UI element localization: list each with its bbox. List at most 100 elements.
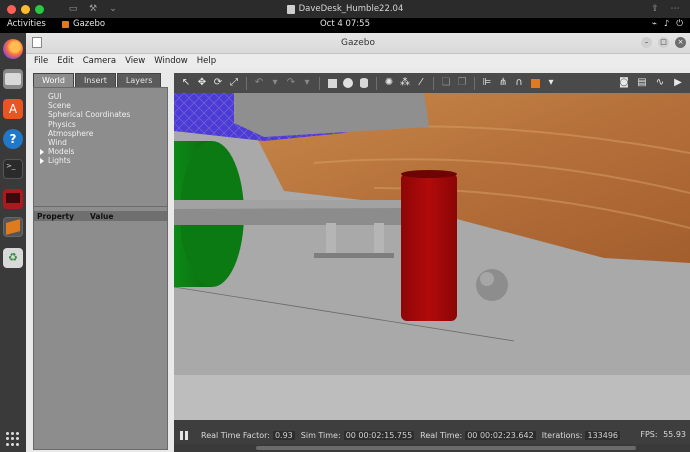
- menu-view[interactable]: View: [125, 56, 145, 66]
- rotate-mode-icon[interactable]: ⟳: [212, 77, 224, 89]
- dock: A ? >_ ♻: [0, 33, 26, 452]
- zoom-window-button[interactable]: [35, 4, 44, 14]
- terminal-icon[interactable]: >_: [3, 159, 23, 179]
- directional-light-icon[interactable]: ⁄: [415, 77, 427, 89]
- iterations-value: 133496: [585, 430, 621, 440]
- viewport-toolbar: ↖ ✥ ⟳ ⤢ ↶ ▾ ↷ ▾ ✺ ⁂ ⁄ ❏ ❐ ⊫ ⋔ ∩ ▾ ◙ ▤ ∿ …: [174, 73, 690, 93]
- tools-icon[interactable]: ⚒: [88, 4, 98, 14]
- log-icon[interactable]: ▤: [636, 77, 648, 89]
- show-apps-button[interactable]: [6, 432, 20, 446]
- scrollbar-thumb[interactable]: [256, 446, 636, 450]
- share-icon[interactable]: ⇪: [650, 4, 660, 14]
- value-column-header[interactable]: Value: [90, 212, 113, 221]
- tree-item-atmosphere[interactable]: Atmosphere: [48, 129, 167, 138]
- gazebo-icon[interactable]: [3, 217, 23, 237]
- align-icon[interactable]: ⊫: [481, 77, 493, 89]
- snap-icon[interactable]: ⋔: [497, 77, 509, 89]
- sphere-shape-icon[interactable]: [342, 77, 354, 89]
- point-light-icon[interactable]: ✺: [383, 77, 395, 89]
- undo-history-icon[interactable]: ▾: [269, 77, 281, 89]
- panel-tabs: World Insert Layers: [33, 73, 168, 87]
- real-time-value: 00 00:02:23.642: [465, 430, 536, 440]
- close-window-button[interactable]: [7, 4, 16, 14]
- spot-light-icon[interactable]: ⁂: [399, 77, 411, 89]
- paste-icon[interactable]: ❐: [456, 77, 468, 89]
- tree-item-lights[interactable]: Lights: [40, 156, 167, 165]
- status-bar: Real Time Factor: 0.93 Sim Time: 00 00:0…: [174, 426, 690, 444]
- rtf-value: 0.93: [272, 430, 295, 440]
- property-column-header[interactable]: Property: [34, 212, 90, 221]
- tree-item-wind[interactable]: Wind: [48, 138, 167, 147]
- select-mode-icon[interactable]: ↖: [180, 77, 192, 89]
- horizontal-scrollbar[interactable]: [174, 444, 690, 452]
- menu-help[interactable]: Help: [197, 56, 216, 66]
- toolbar-divider: [376, 76, 377, 90]
- cylinder-shape-icon[interactable]: [358, 77, 370, 89]
- tree-item-spherical-coordinates[interactable]: Spherical Coordinates: [48, 110, 167, 119]
- tab-insert[interactable]: Insert: [74, 73, 116, 87]
- left-panel: World Insert Layers GUI Scene Spherical …: [33, 73, 168, 450]
- translate-mode-icon[interactable]: ✥: [196, 77, 208, 89]
- view-options-icon[interactable]: ▾: [545, 77, 557, 89]
- plot-icon[interactable]: ∿: [654, 77, 666, 89]
- minimize-button[interactable]: –: [641, 37, 652, 48]
- redo-history-icon[interactable]: ▾: [301, 77, 313, 89]
- scale-mode-icon[interactable]: ⤢: [228, 77, 240, 89]
- toolbar-divider: [319, 76, 320, 90]
- record-video-icon[interactable]: ▶: [672, 77, 684, 89]
- fps-label: FPS:: [640, 430, 658, 439]
- magnet-icon[interactable]: ∩: [513, 77, 525, 89]
- maximize-button[interactable]: □: [658, 37, 669, 48]
- iterations-label: Iterations:: [541, 430, 583, 440]
- change-view-icon[interactable]: [529, 77, 541, 89]
- chevron-down-icon[interactable]: ⌄: [108, 4, 118, 14]
- sidebar-icon[interactable]: ▭: [68, 4, 78, 14]
- scene-viewport[interactable]: [174, 93, 690, 436]
- tab-layers[interactable]: Layers: [116, 73, 162, 87]
- tree-item-scene[interactable]: Scene: [48, 101, 167, 110]
- minimize-window-button[interactable]: [21, 4, 30, 14]
- sim-time-value: 00 00:02:15.755: [343, 430, 415, 440]
- menu-file[interactable]: File: [34, 56, 48, 66]
- ubuntu-top-bar: Activities Gazebo Oct 4 07:55 ⌁ ♪ ⏻: [0, 18, 690, 33]
- gazebo-title-bar: Gazebo – □ ×: [26, 33, 690, 54]
- screenshot-icon[interactable]: ◙: [618, 77, 630, 89]
- menu-camera[interactable]: Camera: [83, 56, 116, 66]
- property-header: Property Value: [34, 211, 167, 221]
- ellipsis-icon[interactable]: ⋯: [670, 4, 680, 14]
- menu-window[interactable]: Window: [154, 56, 188, 66]
- pause-button[interactable]: [180, 430, 189, 440]
- box-shape-icon[interactable]: [326, 77, 338, 89]
- power-icon: ⏻: [676, 19, 683, 29]
- trash-icon[interactable]: ♻: [3, 248, 23, 268]
- close-button[interactable]: ×: [675, 37, 686, 48]
- host-title-bar: ▭ ⚒ ⌄ DaveDesk_Humble22.04 ⇪ ⋯: [0, 0, 690, 18]
- clock[interactable]: Oct 4 07:55: [0, 19, 690, 29]
- document-icon: [286, 4, 295, 14]
- scene-render: [174, 93, 690, 436]
- app-center-icon[interactable]: A: [3, 99, 23, 119]
- toolbar-divider: [474, 76, 475, 90]
- tab-world[interactable]: World: [33, 73, 74, 87]
- gazebo-title: Gazebo: [341, 38, 375, 48]
- menu-edit[interactable]: Edit: [57, 56, 73, 66]
- undo-icon[interactable]: ↶: [253, 77, 265, 89]
- rtf-label: Real Time Factor:: [201, 430, 270, 440]
- monitor-icon[interactable]: [3, 189, 23, 209]
- system-tray[interactable]: ⌁ ♪ ⏻: [652, 19, 683, 29]
- real-time-label: Real Time:: [420, 430, 463, 440]
- help-icon[interactable]: ?: [3, 129, 23, 149]
- firefox-icon[interactable]: [3, 39, 23, 59]
- toolbar-divider: [433, 76, 434, 90]
- sim-time-label: Sim Time:: [300, 430, 341, 440]
- property-table: Property Value: [33, 207, 168, 450]
- copy-icon[interactable]: ❏: [440, 77, 452, 89]
- volume-icon: ♪: [663, 19, 670, 29]
- redo-icon[interactable]: ↷: [285, 77, 297, 89]
- network-icon: ⌁: [651, 19, 657, 29]
- tree-item-gui[interactable]: GUI: [48, 92, 167, 101]
- fps-value: 55.93: [663, 430, 686, 439]
- tree-item-models[interactable]: Models: [40, 147, 167, 156]
- tree-item-physics[interactable]: Physics: [48, 120, 167, 129]
- files-icon[interactable]: [3, 69, 23, 89]
